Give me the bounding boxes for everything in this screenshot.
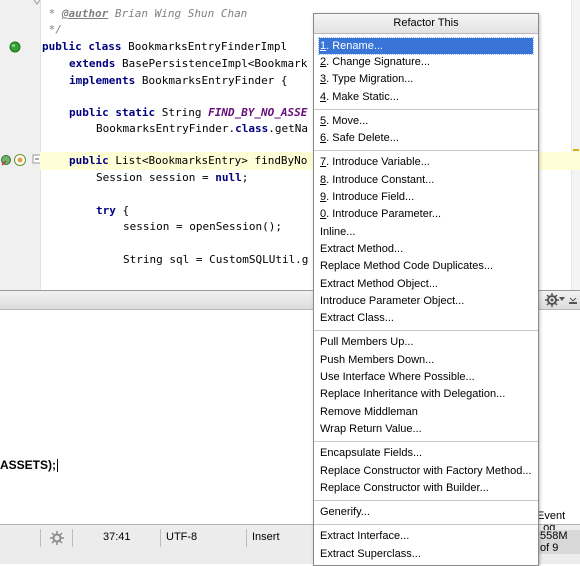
- file-encoding[interactable]: UTF-8: [166, 531, 197, 543]
- code-line: try {: [96, 204, 130, 217]
- menu-item-label: Replace Constructor with Builder...: [320, 481, 489, 494]
- editor-gutter[interactable]: [0, 0, 42, 290]
- menu-item[interactable]: Replace Method Code Duplicates...: [314, 258, 538, 275]
- menu-item[interactable]: Generify...: [314, 504, 538, 521]
- menu-item[interactable]: Extract Superclass...: [314, 546, 538, 563]
- code-line: extends BasePersistenceImpl<Bookmark: [69, 57, 308, 70]
- menu-item[interactable]: Replace Constructor with Factory Method.…: [314, 463, 538, 480]
- menu-item-label: Extract Interface...: [320, 530, 410, 543]
- menu-item-label: Extract Class...: [320, 312, 394, 325]
- menu-item[interactable]: 1. Rename...: [318, 37, 534, 55]
- memory-indicator[interactable]: 558M of 9: [538, 530, 580, 554]
- menu-separator: [314, 441, 538, 443]
- menu-item[interactable]: Replace Inheritance with Delegation...: [314, 386, 538, 403]
- menu-item[interactable]: 9. Introduce Field...: [314, 189, 538, 206]
- menu-item-label: . Change Signature...: [326, 56, 431, 68]
- menu-item-label: . Introduce Variable...: [326, 156, 430, 169]
- console-output-line: ASSETS);: [0, 458, 59, 473]
- menu-separator: [314, 150, 538, 152]
- caret-position[interactable]: 37:41: [103, 531, 131, 543]
- menu-item[interactable]: 7. Introduce Variable...: [314, 154, 538, 171]
- menu-item-label: Replace Inheritance with Delegation...: [320, 388, 506, 401]
- code-line: BookmarksEntryFinder.class.getNa: [96, 122, 308, 135]
- menu-item-label: . Type Migration...: [326, 73, 414, 86]
- menu-item[interactable]: Replace Constructor with Builder...: [314, 480, 538, 497]
- menu-item[interactable]: 5. Move...: [314, 113, 538, 130]
- menu-item-label: Wrap Return Value...: [320, 422, 422, 435]
- code-line: * @author Brian Wing Shun Chan: [42, 7, 248, 20]
- settings-gear-icon[interactable]: [545, 293, 559, 307]
- status-divider: [246, 529, 247, 547]
- menu-item[interactable]: Remove Middleman: [314, 404, 538, 421]
- menu-separator: [314, 330, 538, 332]
- insert-mode[interactable]: Insert: [252, 531, 280, 543]
- implemented-bean-icon[interactable]: [9, 41, 21, 53]
- menu-item[interactable]: Extract Method...: [314, 241, 538, 258]
- editor-error-stripe[interactable]: [571, 0, 580, 290]
- menu-item-label: Replace Method Code Duplicates...: [320, 260, 494, 273]
- menu-item-label: Replace Constructor with Factory Method.…: [320, 464, 532, 477]
- menu-item-label: . Safe Delete...: [326, 132, 399, 145]
- menu-item-label: . Introduce Parameter...: [326, 208, 442, 221]
- menu-item[interactable]: 6. Safe Delete...: [314, 130, 538, 147]
- menu-item-label: Extract Method Object...: [320, 277, 438, 290]
- menu-item[interactable]: Extract Class...: [314, 310, 538, 327]
- menu-separator: [314, 524, 538, 526]
- menu-item[interactable]: Wrap Return Value...: [314, 421, 538, 438]
- code-line: String sql = CustomSQLUtil.g: [123, 253, 309, 266]
- status-gear-icon[interactable]: [50, 531, 64, 545]
- menu-item-label: Push Members Down...: [320, 353, 435, 366]
- menu-item-label: Remove Middleman: [320, 405, 418, 418]
- menu-item-label: Pull Members Up...: [320, 336, 414, 349]
- menu-item-label: Extract Superclass...: [320, 547, 421, 560]
- code-line: Session session = null;: [96, 171, 249, 184]
- menu-item-label: . Introduce Field...: [326, 191, 415, 204]
- menu-separator: [314, 500, 538, 502]
- menu-item-label: . Make Static...: [326, 90, 399, 103]
- refactor-this-popup[interactable]: Refactor This 1. Rename... 2. Change Sign…: [313, 13, 539, 566]
- overriding-method-icon[interactable]: [13, 153, 27, 167]
- menu-item-label: . Move...: [326, 114, 369, 127]
- status-divider: [40, 529, 41, 547]
- menu-item[interactable]: 3. Type Migration...: [314, 71, 538, 88]
- code-line: */: [42, 23, 62, 36]
- code-line: public class BookmarksEntryFinderImpl: [42, 40, 288, 53]
- status-divider: [160, 529, 161, 547]
- menu-item-label: Extract Method...: [320, 242, 404, 255]
- popup-title: Refactor This: [314, 14, 538, 34]
- code-line: implements BookmarksEntryFinder {: [69, 74, 288, 87]
- menu-item[interactable]: 4. Make Static...: [314, 89, 538, 106]
- menu-item[interactable]: Introduce Parameter Object...: [314, 293, 538, 310]
- menu-item[interactable]: 2. Change Signature...: [314, 54, 538, 71]
- menu-item[interactable]: Extract Method Object...: [314, 276, 538, 293]
- menu-item[interactable]: Push Members Down...: [314, 352, 538, 369]
- hide-panel-icon[interactable]: [568, 294, 580, 306]
- menu-separator: [314, 108, 538, 110]
- menu-item[interactable]: Inline...: [314, 224, 538, 241]
- status-divider: [72, 529, 73, 547]
- menu-item-label: Use Interface Where Possible...: [320, 371, 475, 384]
- menu-item[interactable]: Encapsulate Fields...: [314, 445, 538, 462]
- code-line: public static String FIND_BY_NO_ASSE: [69, 106, 308, 119]
- warning-mark[interactable]: [573, 149, 579, 151]
- menu-item[interactable]: Pull Members Up...: [314, 334, 538, 351]
- code-line: public List<BookmarksEntry> findByNo: [69, 154, 308, 167]
- menu-item[interactable]: 0. Introduce Parameter...: [314, 206, 538, 223]
- fold-marker-icon[interactable]: [33, 0, 41, 6]
- implements-method-icon[interactable]: [0, 154, 12, 166]
- menu-item-label: . Rename...: [326, 40, 383, 52]
- menu-item-label: Introduce Parameter Object...: [320, 294, 465, 307]
- menu-item-label: Generify...: [320, 506, 370, 519]
- menu-item-label: . Introduce Constant...: [326, 173, 435, 186]
- menu-item[interactable]: Extract Interface...: [314, 528, 538, 545]
- menu-item-label: Encapsulate Fields...: [320, 447, 423, 460]
- menu-item-label: Inline...: [320, 225, 356, 238]
- menu-item[interactable]: Use Interface Where Possible...: [314, 369, 538, 386]
- chevron-down-icon[interactable]: [559, 297, 565, 302]
- code-line: session = openSession();: [123, 220, 282, 233]
- menu-item[interactable]: 8. Introduce Constant...: [314, 172, 538, 189]
